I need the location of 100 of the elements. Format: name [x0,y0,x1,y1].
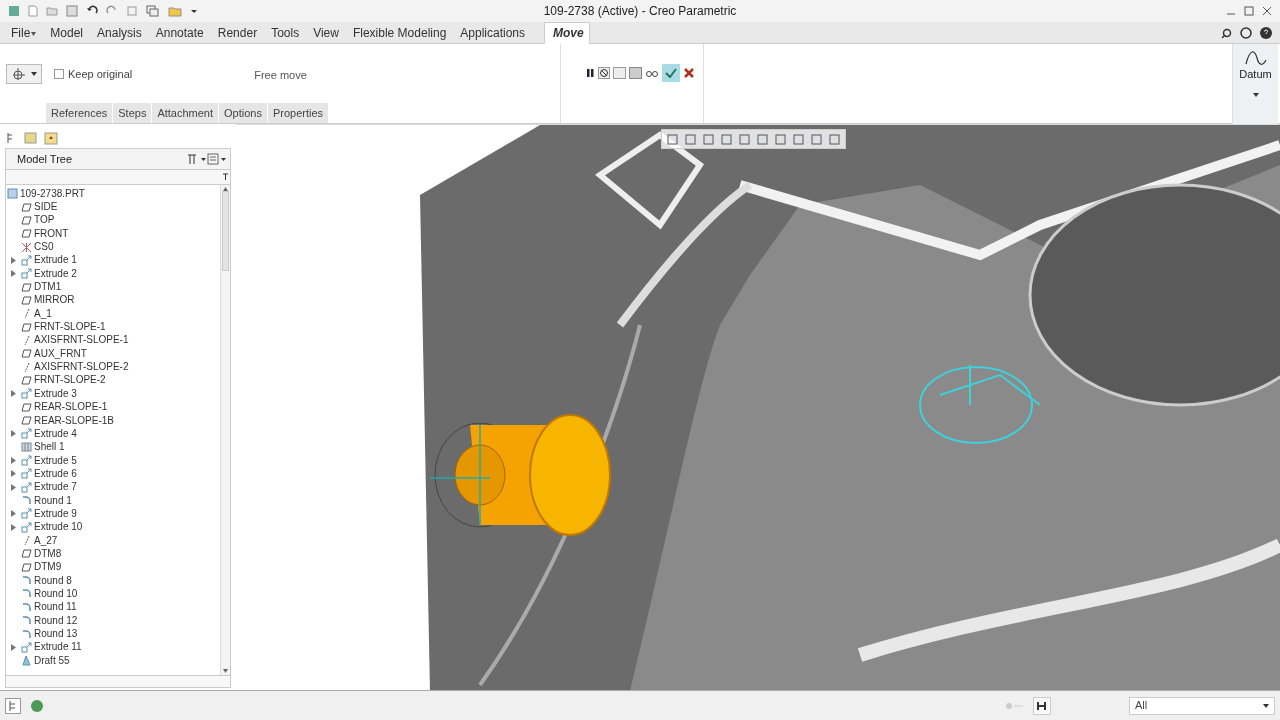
tree-item[interactable]: FRNT-SLOPE-1 [34,321,106,334]
maximize-icon[interactable] [1244,6,1254,16]
tree-item[interactable]: Extrude 2 [34,267,77,280]
round-icon [21,575,32,587]
tree-item[interactable]: DTM1 [34,281,62,294]
open-folder-icon[interactable] [46,5,58,17]
datum-plane-icon [21,229,32,239]
tree-item[interactable]: Round 13 [34,628,78,640]
tree-settings-icon[interactable] [185,153,207,165]
ribbon-tab[interactable]: Applications [453,23,533,43]
expand-arrow-icon[interactable] [11,510,16,518]
tree-item[interactable]: Round 12 [34,614,78,627]
tree-item[interactable]: Draft 55 [34,654,70,667]
keep-original-checkbox[interactable] [54,69,64,79]
panel-tab[interactable]: Steps [113,103,152,123]
ribbon-tab[interactable]: File [4,23,44,43]
favorites-tab-icon[interactable] [43,130,59,146]
tree-item[interactable]: AUX_FRNT [34,347,87,360]
ribbon-tab[interactable]: Annotate [148,23,211,43]
tree-root-item[interactable]: 109-2738.PRT [20,187,85,200]
tree-item[interactable]: REAR-SLOPE-1B [34,414,115,427]
tree-item[interactable]: Extrude 1 [34,254,77,267]
expand-arrow-icon[interactable] [11,483,16,491]
panel-tab[interactable]: Attachment [152,103,219,123]
app-icon[interactable] [8,5,20,17]
pause-icon[interactable] [585,67,595,79]
expand-arrow-icon[interactable] [11,643,16,651]
expand-arrow-icon[interactable] [11,256,16,264]
ribbon-tab[interactable]: Render [210,23,265,43]
filter-icon[interactable] [223,170,228,180]
tree-item[interactable]: Shell 1 [34,441,65,454]
scrollbar-thumb[interactable] [222,191,229,271]
expand-arrow-icon[interactable] [11,457,16,465]
tree-item[interactable]: CS0 [34,241,54,254]
browser-toggle-icon[interactable] [29,697,45,714]
folders-tab-icon[interactable] [23,130,39,146]
tree-item[interactable]: Extrude 7 [34,481,77,494]
no-symbol-icon[interactable] [598,67,610,79]
tree-item[interactable]: Extrude 3 [34,387,77,400]
ribbon-tab[interactable]: View [306,23,346,43]
panel-tab[interactable]: Options [219,103,267,123]
tree-item[interactable]: Extrude 5 [34,454,77,467]
expand-arrow-icon[interactable] [11,430,16,438]
vertical-scrollbar[interactable] [220,185,230,675]
ribbon-tab[interactable]: Model [43,23,91,43]
tree-item[interactable]: Round 11 [34,601,77,614]
search-icon[interactable] [1221,27,1232,39]
panel-tab[interactable]: References [46,103,113,123]
tree-item[interactable]: Extrude 4 [34,427,77,440]
horizontal-scrollbar[interactable] [5,676,231,688]
expand-arrow-icon[interactable] [11,523,16,531]
expand-arrow-icon[interactable] [11,270,16,278]
motion-type-button[interactable] [6,64,42,84]
tree-item[interactable]: A_27 [34,534,58,547]
tree-item[interactable]: FRNT-SLOPE-2 [34,374,106,387]
tree-item[interactable]: A_1 [34,307,52,320]
windows-icon[interactable] [146,5,160,17]
panel-tab[interactable]: Properties [267,103,329,123]
tree-item[interactable]: Extrude 6 [34,467,77,480]
tree-item[interactable]: Round 8 [34,574,72,587]
find-icon[interactable] [1033,696,1051,715]
part-icon [7,188,18,200]
ribbon-tab[interactable]: Tools [264,23,307,43]
close-icon[interactable] [1262,6,1272,16]
model-tree-toggle-icon[interactable] [5,697,21,714]
tree-item[interactable]: Extrude 9 [34,507,77,520]
draft-icon [21,655,32,667]
expand-arrow-icon[interactable] [11,470,16,478]
save-icon[interactable] [66,5,78,17]
tree-item[interactable]: DTM9 [34,561,62,574]
tree-item[interactable]: AXISFRNT-SLOPE-1 [34,334,129,347]
tree-item[interactable]: FRONT [34,227,69,240]
tree-item[interactable]: Round 10 [34,588,78,600]
confirm-button[interactable] [662,64,680,82]
tree-item[interactable]: Extrude 10 [34,521,83,534]
filter-dropdown[interactable]: All [1129,696,1275,715]
help-icon[interactable] [1260,27,1272,39]
customize-dropdown-icon[interactable] [190,7,198,15]
folder-icon[interactable] [168,5,182,17]
ribbon-tab[interactable]: Flexible Modeling [345,23,454,43]
shell-icon [21,442,32,453]
round-icon [21,495,32,507]
expand-arrow-icon[interactable] [11,390,16,398]
tree-item[interactable]: DTM8 [34,547,62,560]
tree-item[interactable]: TOP [34,214,55,227]
datum-button[interactable]: Datum [1232,44,1278,124]
tree-item[interactable]: MIRROR [34,294,75,307]
tree-item[interactable]: REAR-SLOPE-1 [34,401,108,414]
tree-item[interactable]: SIDE [34,201,58,213]
ribbon-tab[interactable]: Move [544,22,591,44]
new-file-icon[interactable] [28,5,38,17]
window-title: 109-2738 (Active) - Creo Parametric [542,3,738,20]
status-indicator-icon [1005,701,1025,710]
tree-item[interactable]: Round 1 [34,494,72,507]
tree-item[interactable]: AXISFRNT-SLOPE-2 [34,361,129,374]
cancel-icon[interactable] [683,67,695,79]
show-menu-icon[interactable] [207,153,227,165]
tree-item[interactable]: Extrude 11 [34,641,82,654]
ribbon-tab[interactable]: Analysis [90,23,149,43]
globe-icon[interactable] [1240,27,1252,39]
